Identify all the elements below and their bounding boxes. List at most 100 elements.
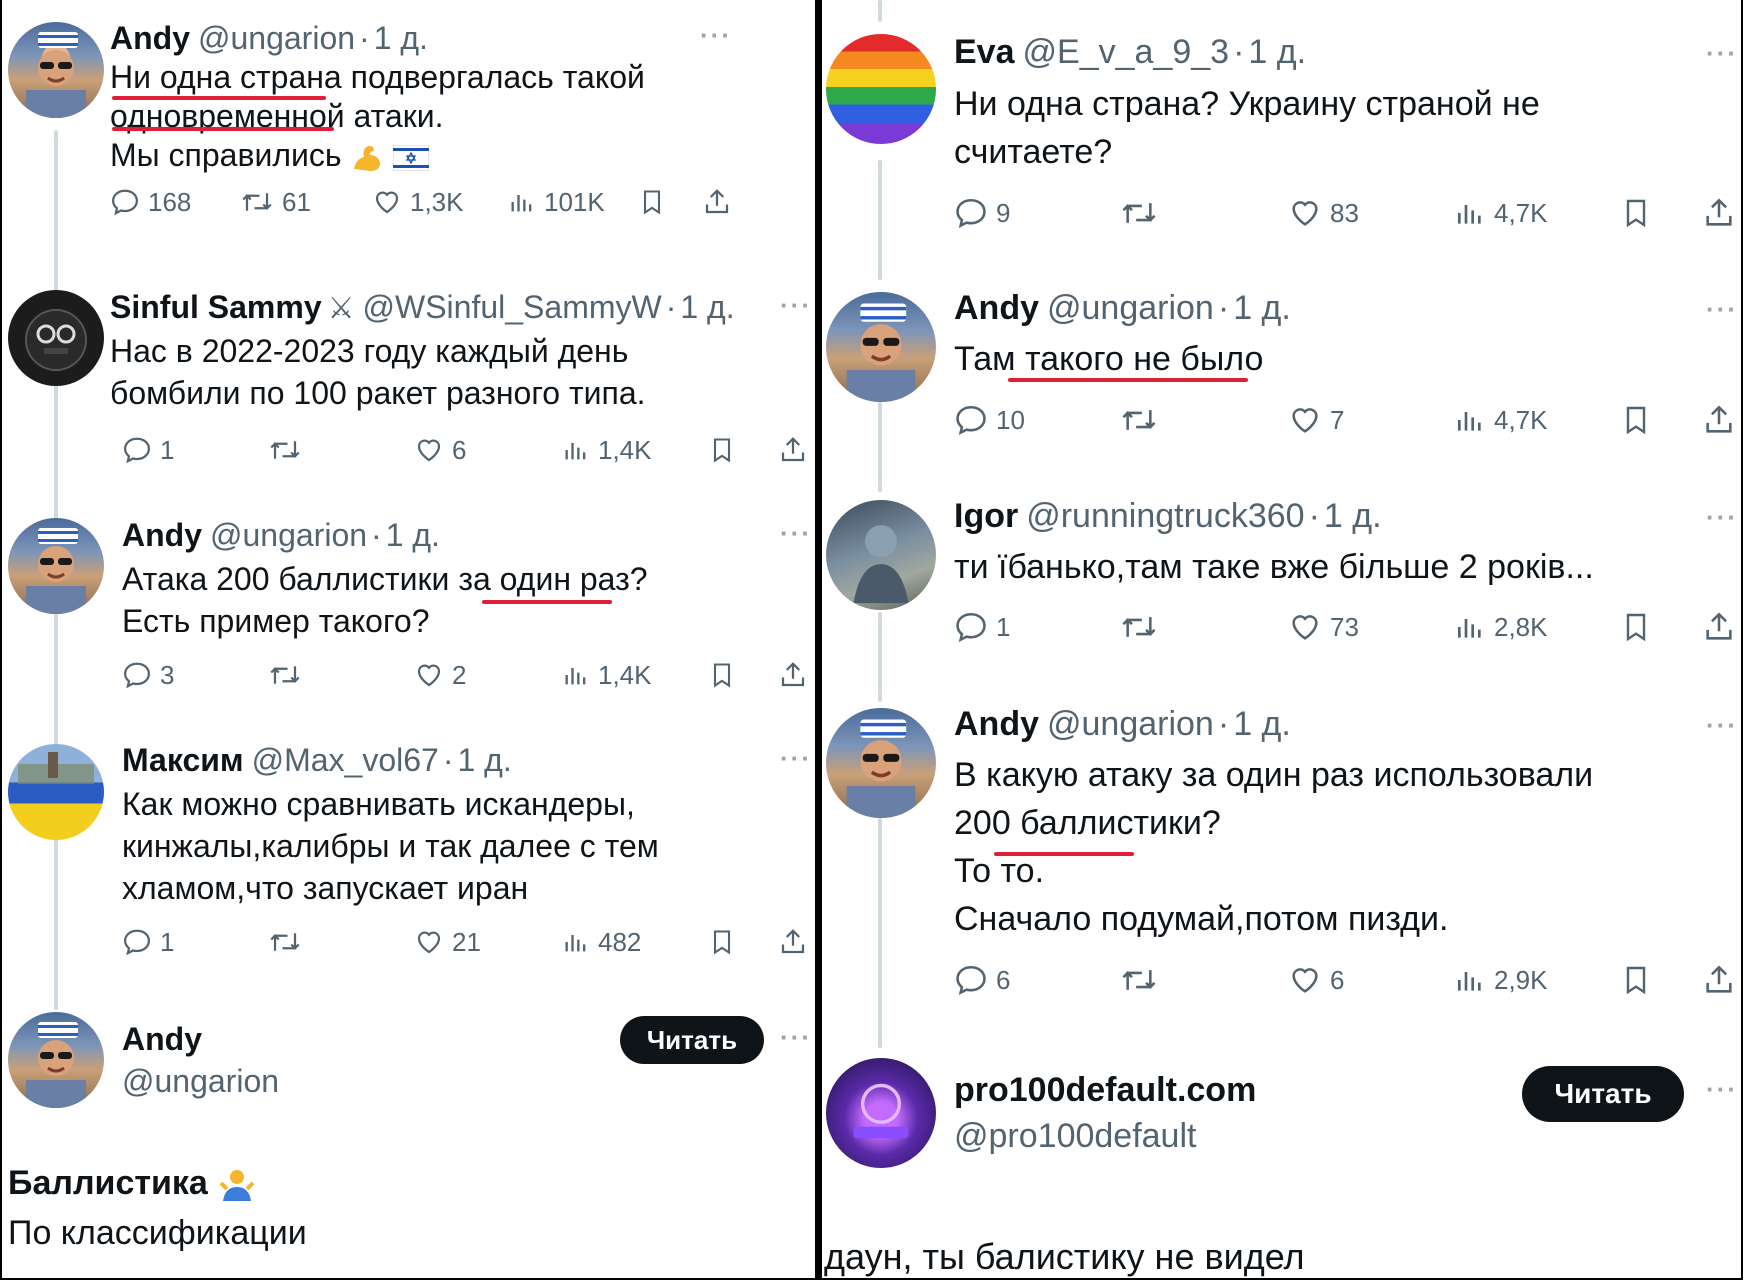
author-name[interactable]: Sinful Sammy bbox=[110, 289, 322, 325]
follow-button[interactable]: Читать bbox=[1522, 1066, 1684, 1122]
bookmark-button[interactable] bbox=[638, 182, 666, 222]
repost-button[interactable] bbox=[268, 655, 302, 695]
author-handle[interactable]: @WSinful_SammyW bbox=[363, 289, 662, 325]
views-button[interactable]: 482 bbox=[562, 922, 641, 962]
share-button[interactable] bbox=[778, 430, 808, 470]
views-button[interactable]: 101K bbox=[508, 182, 605, 222]
avatar[interactable] bbox=[826, 500, 936, 610]
views-button[interactable]: 1,4K bbox=[562, 655, 652, 695]
like-button[interactable]: 7 bbox=[1288, 400, 1344, 440]
tweet[interactable]: Andy @ungarion · 1 д. ··· Ни одна страна по… bbox=[0, 0, 815, 270]
avatar[interactable] bbox=[8, 290, 104, 386]
more-icon[interactable]: ··· bbox=[1706, 38, 1738, 69]
repost-button[interactable] bbox=[1120, 193, 1158, 233]
views-button[interactable]: 2,9K bbox=[1454, 960, 1548, 1000]
timestamp[interactable]: 1 д. bbox=[680, 289, 734, 325]
avatar[interactable] bbox=[826, 292, 936, 402]
more-icon[interactable]: ··· bbox=[780, 518, 812, 549]
share-button[interactable] bbox=[778, 655, 808, 695]
more-icon[interactable]: ··· bbox=[1706, 502, 1738, 533]
repost-button[interactable]: 61 bbox=[240, 182, 311, 222]
profile-name[interactable]: pro100default.com bbox=[954, 1070, 1256, 1110]
like-button[interactable]: 21 bbox=[414, 922, 481, 962]
avatar[interactable] bbox=[826, 708, 936, 818]
reply-button[interactable]: 168 bbox=[110, 182, 191, 222]
author-handle[interactable]: @Max_vol67 bbox=[252, 742, 439, 778]
author-handle[interactable]: @ungarion bbox=[210, 517, 367, 553]
more-icon[interactable]: ··· bbox=[780, 743, 812, 774]
author-name[interactable]: Andy bbox=[954, 705, 1039, 743]
repost-button[interactable] bbox=[1120, 960, 1158, 1000]
share-button[interactable] bbox=[1702, 193, 1736, 233]
repost-button[interactable] bbox=[268, 430, 302, 470]
reply-button[interactable]: 10 bbox=[954, 400, 1025, 440]
author-name[interactable]: Andy bbox=[110, 20, 190, 56]
views-button[interactable]: 4,7K bbox=[1454, 400, 1548, 440]
author-name[interactable]: Andy bbox=[954, 289, 1039, 327]
share-button[interactable] bbox=[702, 182, 732, 222]
author-name[interactable]: Максим bbox=[122, 742, 244, 778]
like-button[interactable]: 6 bbox=[1288, 960, 1344, 1000]
avatar[interactable] bbox=[8, 744, 104, 840]
share-button[interactable] bbox=[778, 922, 808, 962]
author-name[interactable]: Eva bbox=[954, 33, 1015, 71]
tweet-text: Ни одна страна подвергалась такой одновр… bbox=[110, 59, 645, 173]
reply-button[interactable]: 1 bbox=[122, 430, 174, 470]
timestamp[interactable]: 1 д. bbox=[386, 517, 440, 553]
avatar[interactable] bbox=[8, 22, 104, 118]
timestamp[interactable]: 1 д. bbox=[1233, 705, 1291, 743]
author-handle[interactable]: @E_v_a_9_3 bbox=[1023, 33, 1230, 71]
repost-button[interactable] bbox=[1120, 400, 1158, 440]
profile-handle[interactable]: @pro100default bbox=[954, 1116, 1196, 1156]
share-button[interactable] bbox=[1702, 400, 1736, 440]
share-button[interactable] bbox=[1702, 960, 1736, 1000]
author-name[interactable]: Igor bbox=[954, 497, 1018, 535]
repost-button[interactable] bbox=[1120, 607, 1158, 647]
views-button[interactable]: 4,7K bbox=[1454, 193, 1548, 233]
like-button[interactable]: 6 bbox=[414, 430, 466, 470]
follow-button[interactable]: Читать bbox=[620, 1016, 764, 1064]
bookmark-button[interactable] bbox=[1620, 960, 1652, 1000]
timestamp[interactable]: 1 д. bbox=[374, 20, 428, 56]
bookmark-button[interactable] bbox=[1620, 193, 1652, 233]
author-handle[interactable]: @ungarion bbox=[1047, 705, 1214, 743]
bookmark-button[interactable] bbox=[708, 922, 736, 962]
bookmark-button[interactable] bbox=[708, 430, 736, 470]
reply-button[interactable]: 6 bbox=[954, 960, 1010, 1000]
views-button[interactable]: 2,8K bbox=[1454, 607, 1548, 647]
reply-button[interactable]: 9 bbox=[954, 193, 1010, 233]
repost-button[interactable] bbox=[268, 922, 302, 962]
share-button[interactable] bbox=[1702, 607, 1736, 647]
reply-button[interactable]: 3 bbox=[122, 655, 174, 695]
reply-button[interactable]: 1 bbox=[954, 607, 1010, 647]
like-button[interactable]: 2 bbox=[414, 655, 466, 695]
more-icon[interactable]: ··· bbox=[700, 20, 732, 51]
timestamp[interactable]: 1 д. bbox=[457, 742, 511, 778]
more-icon[interactable]: ··· bbox=[1706, 294, 1738, 325]
timestamp[interactable]: 1 д. bbox=[1324, 497, 1382, 535]
author-name[interactable]: Andy bbox=[122, 517, 202, 553]
author-handle[interactable]: @ungarion bbox=[198, 20, 355, 56]
avatar[interactable] bbox=[826, 1058, 936, 1168]
avatar[interactable] bbox=[8, 1012, 104, 1108]
avatar[interactable] bbox=[826, 34, 936, 144]
like-button[interactable]: 1,3K bbox=[372, 182, 464, 222]
more-icon[interactable]: ··· bbox=[780, 1022, 812, 1053]
bookmark-button[interactable] bbox=[1620, 607, 1652, 647]
like-button[interactable]: 83 bbox=[1288, 193, 1359, 233]
timestamp[interactable]: 1 д. bbox=[1248, 33, 1306, 71]
views-button[interactable]: 1,4K bbox=[562, 430, 652, 470]
profile-handle[interactable]: @ungarion bbox=[122, 1061, 279, 1101]
author-handle[interactable]: @runningtruck360 bbox=[1026, 497, 1304, 535]
more-icon[interactable]: ··· bbox=[1706, 710, 1738, 741]
bookmark-button[interactable] bbox=[708, 655, 736, 695]
more-icon[interactable]: ··· bbox=[1706, 1074, 1738, 1105]
more-icon[interactable]: ··· bbox=[780, 290, 812, 321]
bookmark-button[interactable] bbox=[1620, 400, 1652, 440]
reply-button[interactable]: 1 bbox=[122, 922, 174, 962]
like-button[interactable]: 73 bbox=[1288, 607, 1359, 647]
author-handle[interactable]: @ungarion bbox=[1047, 289, 1214, 327]
timestamp[interactable]: 1 д. bbox=[1233, 289, 1291, 327]
profile-name[interactable]: Andy bbox=[122, 1019, 202, 1059]
avatar[interactable] bbox=[8, 518, 104, 614]
